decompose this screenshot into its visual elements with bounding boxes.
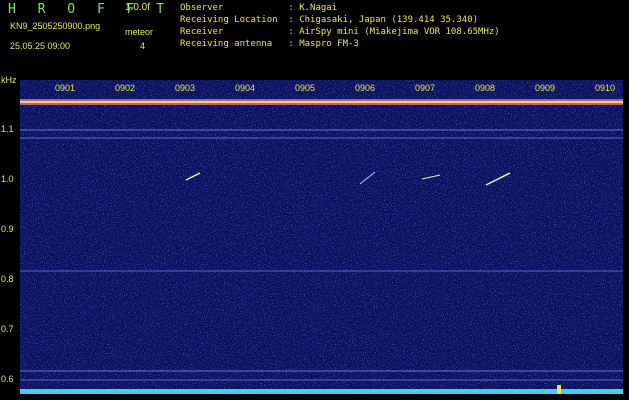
x-label-0902: 0902: [115, 83, 136, 93]
location-label: Receiving Location :: [180, 15, 294, 25]
x-label-0906: 0906: [355, 83, 376, 93]
location-value: Chigasaki, Japan (139.414 35.340): [299, 15, 479, 25]
receiver-row: Receiver : AirSpy mini (Miakejima VOR 10…: [180, 28, 500, 37]
y-tick-1.0: 1.0: [1, 174, 14, 184]
x-label-0905: 0905: [295, 83, 316, 93]
x-label-0904: 0904: [235, 83, 256, 93]
receiver-label: Receiver :: [180, 27, 294, 37]
y-tick-1.1: 1.1: [1, 124, 14, 134]
y-axis-unit: kHz: [1, 75, 17, 85]
x-label-0908: 0908: [475, 83, 496, 93]
y-tick-0.8: 0.8: [1, 274, 14, 284]
version-label: 1.0.0f: [125, 2, 151, 13]
observer-row: Observer : K.Nagai: [180, 4, 337, 13]
meteor-label: meteor: [125, 27, 154, 37]
location-row: Receiving Location : Chigasaki, Japan (1…: [180, 16, 478, 25]
antenna-value: Maspro FM-3: [299, 39, 359, 49]
observer-label: Observer :: [180, 3, 294, 13]
header-panel: H R O F F T 1.0.0f KN9_2505250900.png me…: [0, 0, 629, 74]
spectrogram-noise: [20, 80, 623, 394]
x-label-0901: 0901: [55, 83, 76, 93]
meteor-count: 4: [140, 41, 146, 51]
x-label-0907: 0907: [415, 83, 436, 93]
file-name: KN9_2505250900.png: [10, 21, 101, 31]
y-tick-0.9: 0.9: [1, 224, 14, 234]
y-tick-0.6: 0.6: [1, 374, 14, 384]
date-time: 25.05.25 09:00: [10, 41, 71, 51]
spectrogram-plot: [20, 80, 623, 394]
y-tick-0.7: 0.7: [1, 324, 14, 334]
x-label-0903: 0903: [175, 83, 196, 93]
x-label-0909: 0909: [535, 83, 556, 93]
antenna-row: Receiving antenna : Maspro FM-3: [180, 40, 359, 49]
x-label-0910: 0910: [595, 83, 616, 93]
antenna-label: Receiving antenna :: [180, 39, 294, 49]
observer-value: K.Nagai: [299, 3, 338, 13]
receiver-value: AirSpy mini (Miakejima VOR 108.65MHz): [299, 27, 500, 37]
noise-floor: [20, 389, 623, 394]
